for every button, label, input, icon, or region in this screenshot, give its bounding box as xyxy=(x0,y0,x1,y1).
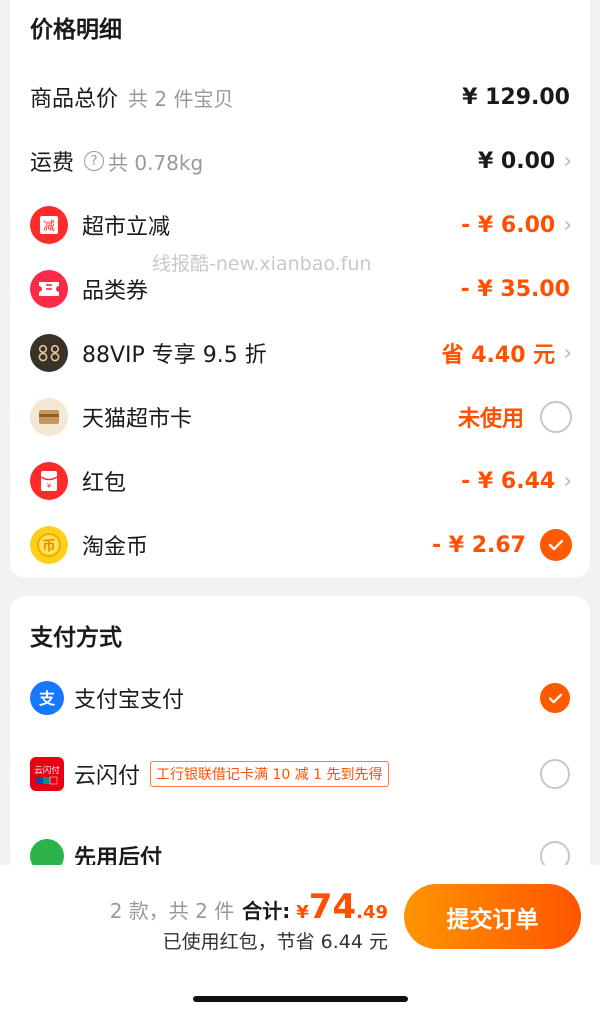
unionpay-icon: 云闪付 xyxy=(30,757,64,791)
shipping-label: 运费 xyxy=(30,151,75,176)
unionpay-promo-tag: 工行银联借记卡满 10 减 1 先到先得 xyxy=(150,761,389,787)
card-icon xyxy=(30,398,68,436)
total-line: 2 款，共 2 件 合计: ¥ 74 .49 xyxy=(110,887,388,927)
gold-coin-value: - ¥ 2.67 xyxy=(431,532,526,558)
alipay-option[interactable]: 支 支付宝支付 xyxy=(10,670,590,726)
gold-coin-row[interactable]: 币 淘金币 - ¥ 2.67 xyxy=(10,517,590,573)
unionpay-option[interactable]: 云闪付 云闪付 工行银联借记卡满 10 减 1 先到先得 xyxy=(10,746,590,802)
svg-text:云闪付: 云闪付 xyxy=(34,765,60,776)
red-packet-value: - ¥ 6.44 xyxy=(461,468,556,494)
reduce-icon: 减 xyxy=(30,206,68,244)
tmall-card-label: 天猫超市卡 xyxy=(82,407,193,432)
red-packet-icon: ¥ xyxy=(30,462,68,500)
total-decimal: .49 xyxy=(356,902,388,923)
svg-text:¥: ¥ xyxy=(47,482,52,490)
vip-discount-label: 88VIP 专享 9.5 折 xyxy=(82,343,267,368)
vip88-icon xyxy=(30,334,68,372)
submit-order-button[interactable]: 提交订单 xyxy=(404,884,581,949)
goods-count: 共 2 件宝贝 xyxy=(128,86,234,111)
chevron-right-icon: › xyxy=(563,148,572,174)
goods-total-label: 商品总价 xyxy=(30,87,119,112)
payment-section-title: 支付方式 xyxy=(30,625,122,651)
home-indicator xyxy=(193,996,408,1002)
gold-coin-label: 淘金币 xyxy=(82,535,149,560)
coupon-icon xyxy=(30,270,68,308)
shipping-value: ¥ 0.00 xyxy=(477,148,556,174)
unionpay-label: 云闪付 xyxy=(74,764,141,789)
shipping-weight: 共 0.78kg xyxy=(108,150,204,175)
tmall-card-row[interactable]: 天猫超市卡 未使用 xyxy=(10,389,590,445)
item-count: 2 款，共 2 件 xyxy=(109,899,235,923)
price-detail-card: 价格明细 商品总价 共 2 件宝贝 ¥ 129.00 运费 ? 共 0.78kg… xyxy=(10,0,590,578)
chevron-right-icon: › xyxy=(563,468,572,494)
supermarket-discount-label: 超市立减 xyxy=(82,215,171,240)
tmall-card-value: 未使用 xyxy=(457,407,524,432)
category-coupon-value: - ¥ 35.00 xyxy=(460,276,570,302)
vip-discount-row[interactable]: 88VIP 专享 9.5 折 省 4.40 元 › xyxy=(10,325,590,381)
savings-note: 已使用红包，节省 6.44 元 xyxy=(162,931,388,953)
shipping-row[interactable]: 运费 ? 共 0.78kg ¥ 0.00 › xyxy=(10,133,590,189)
unionpay-radio[interactable] xyxy=(540,759,570,789)
alipay-radio[interactable] xyxy=(540,683,570,713)
category-coupon-label: 品类券 xyxy=(82,279,149,304)
svg-text:减: 减 xyxy=(43,219,55,233)
gold-coin-icon: 币 xyxy=(30,526,68,564)
vip-discount-value: 省 4.40 元 xyxy=(441,343,556,368)
category-coupon-row[interactable]: 品类券 - ¥ 35.00 xyxy=(10,261,590,317)
supermarket-discount-value: - ¥ 6.00 xyxy=(461,212,556,238)
red-packet-label: 红包 xyxy=(82,471,127,496)
check-icon xyxy=(548,539,564,551)
goods-total-row: 商品总价 共 2 件宝贝 ¥ 129.00 xyxy=(10,69,590,125)
alipay-label: 支付宝支付 xyxy=(74,688,185,713)
svg-text:支: 支 xyxy=(38,689,56,708)
total-label: 合计: xyxy=(242,899,291,923)
total-integer: 74 xyxy=(308,887,357,927)
check-icon xyxy=(548,693,562,703)
chevron-right-icon: › xyxy=(563,212,572,238)
gold-coin-checkbox[interactable] xyxy=(540,529,572,561)
question-icon[interactable]: ? xyxy=(84,151,105,171)
goods-total-value: ¥ 129.00 xyxy=(462,84,570,110)
total-currency: ¥ xyxy=(296,902,309,923)
alipay-icon: 支 xyxy=(30,681,64,715)
red-packet-row[interactable]: ¥ 红包 - ¥ 6.44 › xyxy=(10,453,590,509)
svg-text:币: 币 xyxy=(42,539,55,554)
payment-method-card: 支付方式 支 支付宝支付 云闪付 云闪付 工行银联借记卡满 10 减 1 先到先… xyxy=(10,596,590,896)
supermarket-discount-row[interactable]: 减 超市立减 - ¥ 6.00 › xyxy=(10,197,590,253)
chevron-right-icon: › xyxy=(563,340,572,366)
tmall-card-radio[interactable] xyxy=(540,401,572,433)
price-section-title: 价格明细 xyxy=(30,17,122,43)
